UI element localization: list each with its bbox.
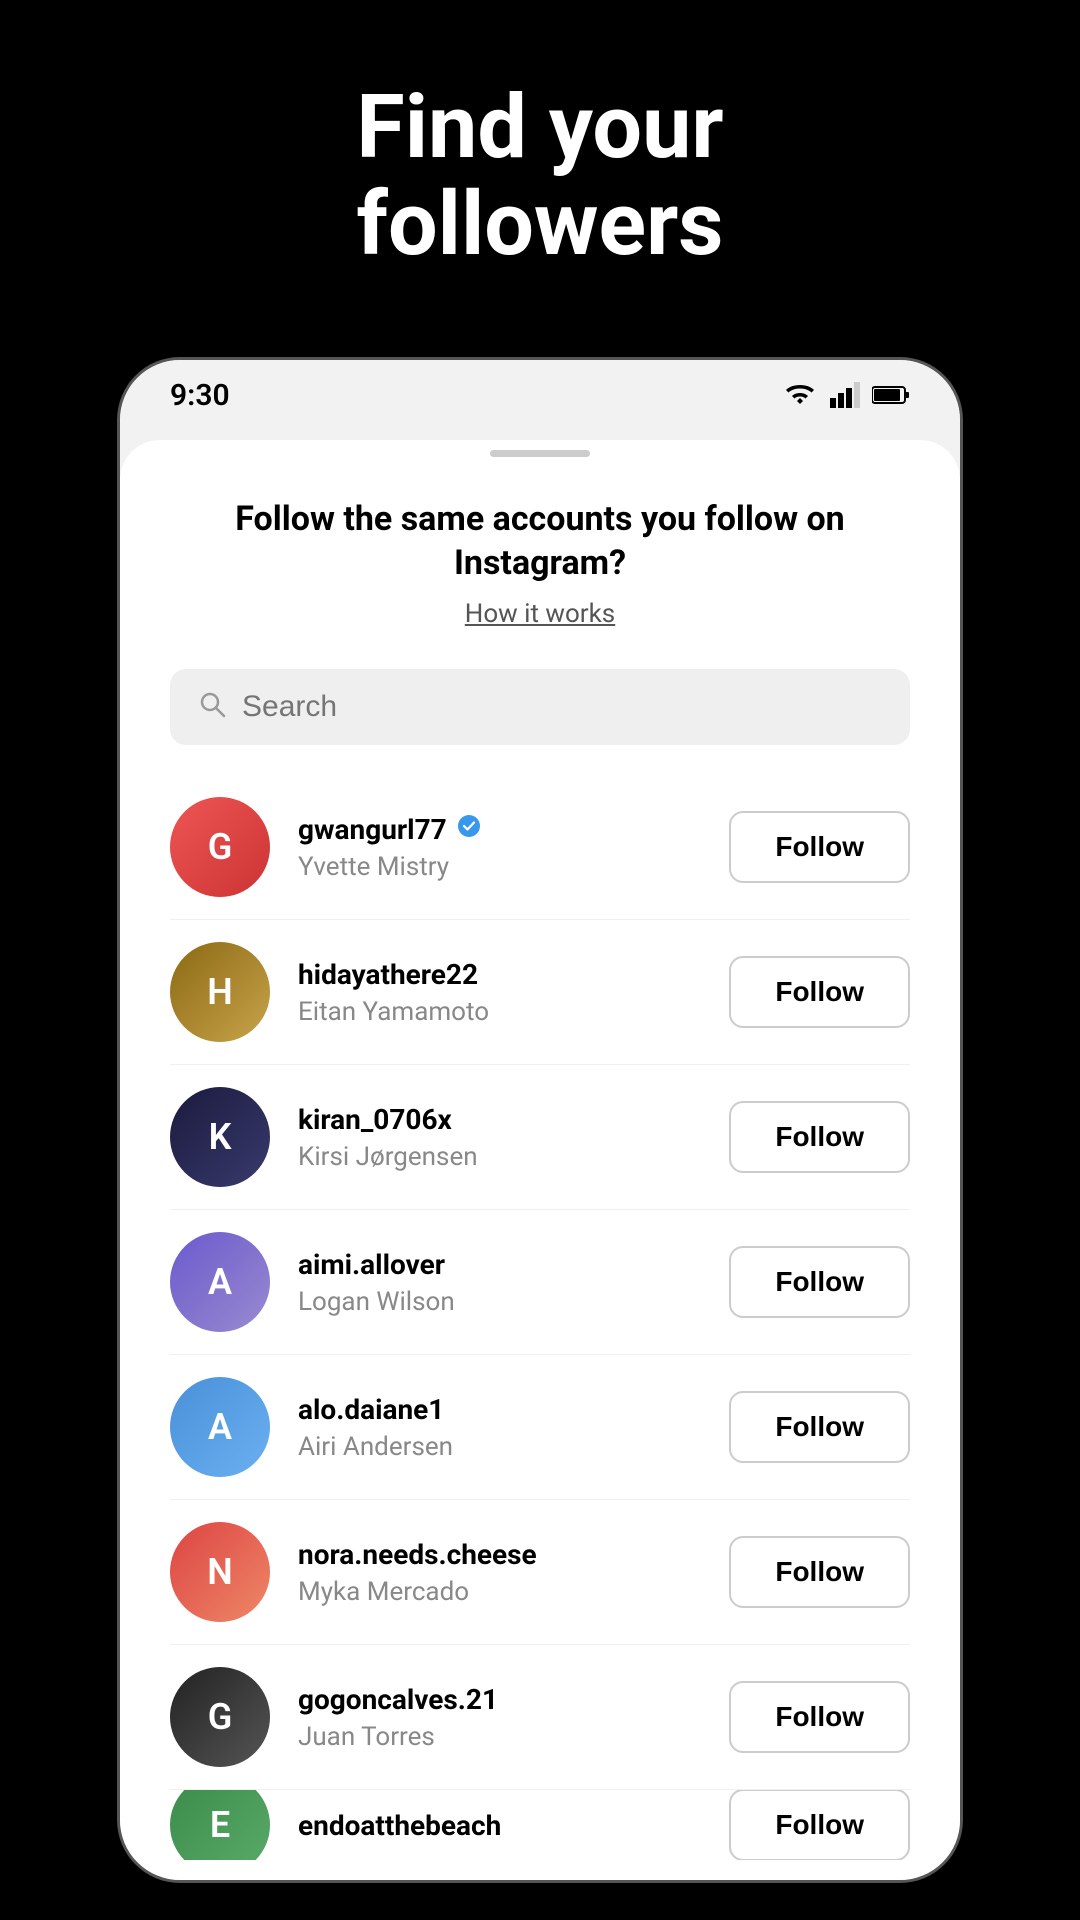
avatar: G [170, 797, 270, 897]
display-name-label: Yvette Mistry [298, 852, 729, 882]
follow-button[interactable]: Follow [729, 1536, 910, 1608]
user-info: endoatthebeach [298, 1809, 729, 1842]
display-name-label: Logan Wilson [298, 1287, 729, 1317]
list-item: Aaimi.allover Logan WilsonFollow [170, 1210, 910, 1355]
username-label: nora.needs.cheese [298, 1538, 537, 1571]
username-label: gogoncalves.21 [298, 1683, 498, 1716]
username-label: endoatthebeach [298, 1809, 501, 1842]
follow-button[interactable]: Follow [729, 1681, 910, 1753]
search-bar[interactable] [170, 669, 910, 745]
list-item: Eendoatthebeach Follow [170, 1790, 910, 1860]
user-info: nora.needs.cheese Myka Mercado [298, 1538, 729, 1607]
sheet-title: Follow the same accounts you follow on I… [170, 497, 910, 585]
wifi-icon [782, 382, 818, 408]
list-item: Kkiran_0706x Kirsi JørgensenFollow [170, 1065, 910, 1210]
user-info: gwangurl77 Yvette Mistry [298, 813, 729, 882]
background-title: Find your followers [0, 80, 1080, 274]
avatar: E [170, 1790, 270, 1860]
follow-button[interactable]: Follow [729, 811, 910, 883]
avatar: H [170, 942, 270, 1042]
avatar: K [170, 1087, 270, 1187]
display-name-label: Airi Andersen [298, 1432, 729, 1462]
user-list: Ggwangurl77Yvette MistryFollowHhidayathe… [120, 775, 960, 1860]
avatar: A [170, 1232, 270, 1332]
username-label: hidayathere22 [298, 958, 478, 991]
status-time: 9:30 [170, 378, 230, 413]
sheet-content: Follow the same accounts you follow on I… [120, 440, 960, 1880]
user-info: aimi.allover Logan Wilson [298, 1248, 729, 1317]
follow-button[interactable]: Follow [729, 1391, 910, 1463]
list-item: Nnora.needs.cheese Myka MercadoFollow [170, 1500, 910, 1645]
signal-icon [830, 382, 860, 408]
username-label: gwangurl77 [298, 813, 447, 846]
user-info: alo.daiane1 Airi Andersen [298, 1393, 729, 1462]
drag-indicator [490, 450, 590, 457]
list-item: Hhidayathere22 Eitan YamamotoFollow [170, 920, 910, 1065]
username-label: aimi.allover [298, 1248, 445, 1281]
list-item: Ggogoncalves.21 Juan TorresFollow [170, 1645, 910, 1790]
user-info: hidayathere22 Eitan Yamamoto [298, 958, 729, 1027]
username-label: alo.daiane1 [298, 1393, 444, 1426]
how-it-works-link[interactable]: How it works [170, 599, 910, 629]
list-item: Aalo.daiane1 Airi AndersenFollow [170, 1355, 910, 1500]
search-input[interactable] [242, 690, 882, 724]
sheet-header: Follow the same accounts you follow on I… [120, 457, 960, 649]
search-icon [198, 690, 226, 725]
follow-button[interactable]: Follow [729, 956, 910, 1028]
user-info: kiran_0706x Kirsi Jørgensen [298, 1103, 729, 1172]
display-name-label: Eitan Yamamoto [298, 997, 729, 1027]
phone-frame: 9:30 [120, 360, 960, 1880]
follow-button[interactable]: Follow [729, 1101, 910, 1173]
display-name-label: Kirsi Jørgensen [298, 1142, 729, 1172]
display-name-label: Myka Mercado [298, 1577, 729, 1607]
display-name-label: Juan Torres [298, 1722, 729, 1752]
avatar: N [170, 1522, 270, 1622]
username-label: kiran_0706x [298, 1103, 452, 1136]
follow-button[interactable]: Follow [729, 1790, 910, 1860]
follow-button[interactable]: Follow [729, 1246, 910, 1318]
verified-badge [457, 814, 481, 844]
user-info: gogoncalves.21 Juan Torres [298, 1683, 729, 1752]
list-item: Ggwangurl77 Yvette MistryFollow [170, 775, 910, 920]
status-icons [782, 382, 910, 408]
status-bar: 9:30 [120, 360, 960, 430]
avatar: A [170, 1377, 270, 1477]
avatar: G [170, 1667, 270, 1767]
battery-icon [872, 385, 910, 405]
